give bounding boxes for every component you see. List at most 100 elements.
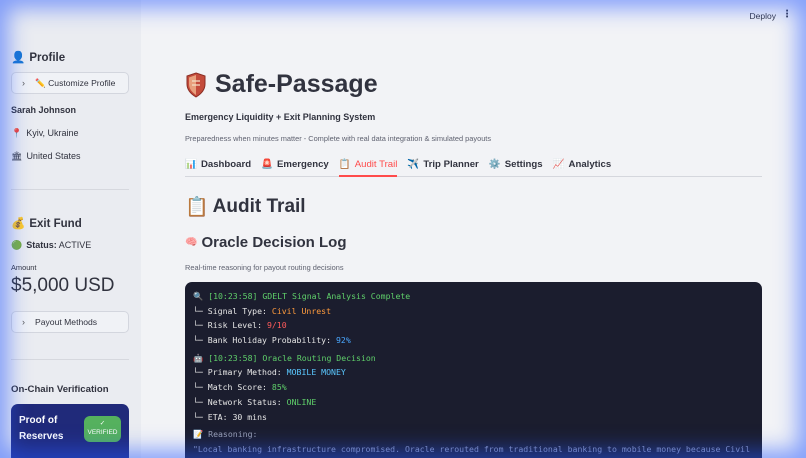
tab-dashboard-label: Dashboard <box>200 159 252 170</box>
risk-level-label: └─ Risk Level: <box>193 320 263 331</box>
eta-line: └─ ETA: 30 mins <box>193 412 754 427</box>
tab-audit-trail-label: Audit Trail <box>354 159 398 170</box>
siren-icon: 🚨 <box>261 159 274 170</box>
tab-analytics-label: Analytics <box>568 159 612 170</box>
payout-methods-button[interactable]: › Payout Methods <box>11 311 129 333</box>
sidebar-divider <box>11 359 129 360</box>
deploy-button[interactable]: Deploy <box>750 11 776 21</box>
tab-emergency[interactable]: 🚨 Emergency <box>261 155 329 177</box>
eta-value: 30 mins <box>232 411 267 422</box>
holiday-line: └─ Bank Holiday Probability: 92% <box>193 335 754 350</box>
reasoning-text: "Local banking infrastructure compromise… <box>193 443 754 454</box>
amount-label: Amount <box>11 263 37 272</box>
holiday-value: 92% <box>335 335 351 346</box>
network-label: └─ Network Status: <box>193 396 282 407</box>
tab-audit-trail[interactable]: 📋 Audit Trail <box>338 155 398 177</box>
tab-dashboard[interactable]: 📊 Dashboard <box>185 155 251 177</box>
exit-fund-heading-label: Exit Fund <box>29 218 82 230</box>
tab-bar: 📊 Dashboard 🚨 Emergency 📋 Audit Trail ✈️ Tri… <box>185 155 762 177</box>
profile-heading: 👤 Profile <box>11 50 65 64</box>
embassy-icon: 🏛 <box>11 151 23 161</box>
reasoning-line: 📝 Reasoning: <box>193 429 754 444</box>
tab-trip-planner-label: Trip Planner <box>423 159 479 170</box>
app-title-row: Safe-Passage <box>185 70 378 99</box>
user-location-label: Kyiv, Ukraine <box>26 128 79 138</box>
app-subtitle: Emergency Liquidity + Exit Planning Syst… <box>185 112 376 122</box>
chevron-right-icon: › <box>22 78 25 88</box>
oracle-log-title-label: Oracle Decision Log <box>201 234 347 251</box>
risk-level-line: └─ Risk Level: 9/10 <box>193 320 754 335</box>
onchain-heading: On-Chain Verification <box>11 384 109 395</box>
clipboard-icon: 📋 <box>185 197 209 218</box>
status-dot-icon: 🟢 <box>11 240 23 250</box>
gear-icon: ⚙️ <box>488 159 501 170</box>
money-bag-icon: 💰 <box>11 218 26 230</box>
tab-analytics[interactable]: 📈 Analytics <box>553 155 612 177</box>
signal-header: [10:23:58] GDELT Signal Analysis Complet… <box>208 291 411 301</box>
magnifier-icon: 🔍 <box>193 291 204 301</box>
user-citizenship: 🏛 United States <box>11 151 80 162</box>
airplane-icon: ✈️ <box>407 159 420 170</box>
app-caption: Preparedness when minutes matter - Compl… <box>185 134 492 143</box>
holiday-label: └─ Bank Holiday Probability: <box>193 335 332 346</box>
more-menu-icon[interactable]: ⋮ <box>782 9 792 20</box>
user-location: 📍 Kyiv, Ukraine <box>11 128 79 139</box>
payout-methods-label: Payout Methods <box>35 317 98 327</box>
line-chart-icon: 📈 <box>552 159 565 170</box>
clipboard-icon: 📋 <box>338 159 351 170</box>
section-title-label: Audit Trail <box>212 196 306 217</box>
robot-icon: 🤖 <box>193 352 204 363</box>
signal-type-line: └─ Signal Type: Civil Unrest <box>193 306 754 321</box>
shield-icon <box>186 71 206 98</box>
profile-icon: 👤 <box>11 52 26 64</box>
network-line: └─ Network Status: ONLINE <box>193 397 754 412</box>
user-citizenship-label: United States <box>26 151 81 161</box>
app-title: Safe-Passage <box>215 70 378 98</box>
chevron-right-icon: › <box>22 317 25 327</box>
network-value: ONLINE <box>286 396 317 407</box>
verified-badge: ✓ VERIFIED <box>84 416 121 442</box>
risk-level-value: 9/10 <box>266 320 287 331</box>
tab-settings[interactable]: ⚙️ Settings <box>489 155 543 177</box>
proof-title: Proof of Reserves <box>19 415 64 442</box>
match-line: └─ Match Score: 85% <box>193 382 754 397</box>
signal-type-label: └─ Signal Type: <box>193 305 267 316</box>
tab-trip-planner[interactable]: ✈️ Trip Planner <box>407 155 478 177</box>
status-label: Status: <box>26 240 57 250</box>
method-value: MOBILE MONEY <box>286 367 346 378</box>
oracle-log-console: 🔍 [10:23:58] GDELT Signal Analysis Compl… <box>185 282 762 458</box>
customize-profile-label: ✏️ Customize Profile <box>35 77 116 88</box>
match-label: └─ Match Score: <box>193 382 267 393</box>
sidebar: 👤 Profile › ✏️ Customize Profile Sarah Jo… <box>0 0 141 458</box>
routing-header-line: 🤖 [10:23:58] Oracle Routing Decision <box>193 353 754 368</box>
amount-value: $5,000 USD <box>11 275 115 296</box>
tab-settings-label: Settings <box>504 159 543 170</box>
customize-profile-button[interactable]: › ✏️ Customize Profile <box>11 72 129 94</box>
main-content: Deploy ⋮ Safe-Passage Emergency Liquidit… <box>141 0 806 458</box>
exit-fund-heading: 💰 Exit Fund <box>11 216 82 230</box>
signal-type-value: Civil Unrest <box>271 305 332 316</box>
method-line: └─ Primary Method: MOBILE MONEY <box>193 367 754 382</box>
fund-status: 🟢 Status: ACTIVE <box>11 240 91 251</box>
match-value: 85% <box>271 382 287 393</box>
check-icon: ✓ <box>99 420 106 427</box>
sidebar-divider <box>11 189 129 190</box>
routing-header: [10:23:58] Oracle Routing Decision <box>208 352 376 363</box>
oracle-log-title: 🧠 Oracle Decision Log <box>185 234 347 251</box>
memo-icon: 📝 <box>193 429 204 440</box>
signal-header-line: 🔍 [10:23:58] GDELT Signal Analysis Compl… <box>193 291 754 306</box>
proof-of-reserves-card: Proof of Reserves ✓ VERIFIED <box>11 404 129 458</box>
reasoning-label: Reasoning: <box>208 429 258 440</box>
status-value: ACTIVE <box>58 240 92 250</box>
brain-icon: 🧠 <box>185 237 198 248</box>
tab-emergency-label: Emergency <box>277 159 329 170</box>
oracle-log-caption: Real-time reasoning for payout routing d… <box>185 263 344 272</box>
profile-heading-label: Profile <box>29 52 66 64</box>
method-label: └─ Primary Method: <box>193 367 282 378</box>
verified-label: VERIFIED <box>87 429 118 436</box>
pin-icon: 📍 <box>11 128 23 138</box>
section-title: 📋 Audit Trail <box>185 195 306 219</box>
user-name: Sarah Johnson <box>11 105 77 115</box>
bar-chart-icon: 📊 <box>185 159 197 170</box>
eta-label: └─ ETA: <box>193 411 228 422</box>
